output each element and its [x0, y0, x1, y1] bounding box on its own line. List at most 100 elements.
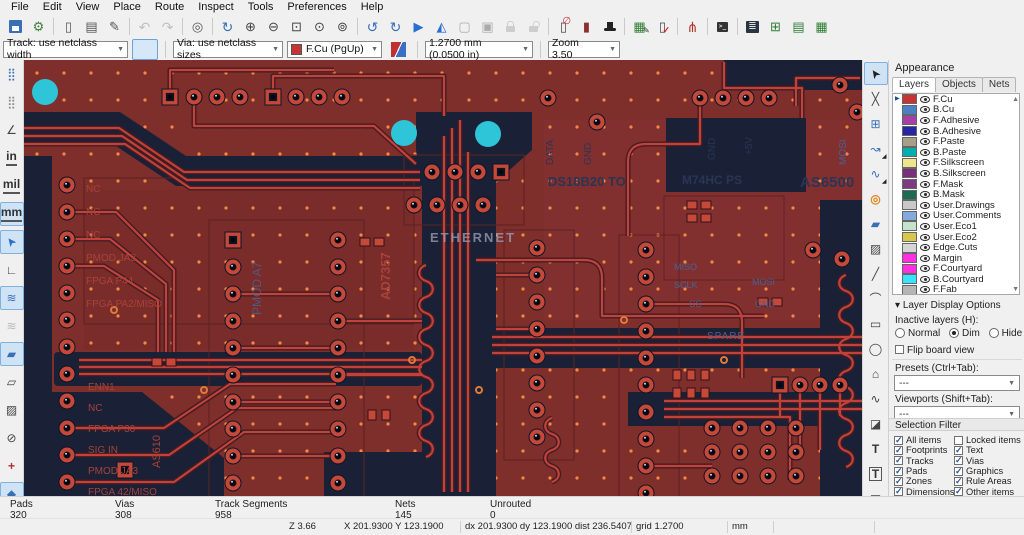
layer-color-swatch[interactable] — [902, 200, 917, 211]
visibility-eye-icon[interactable] — [920, 106, 930, 114]
flip-board-checkbox[interactable]: Flip board view — [895, 345, 974, 356]
checkbox[interactable] — [894, 476, 903, 487]
track-width-combo[interactable]: Track: use netclass width ▼ — [3, 37, 128, 61]
show-ratsnest-button[interactable]: ≋ — [0, 286, 24, 310]
ungroup-button[interactable]: ▣ — [476, 16, 499, 37]
add-via-button[interactable]: ◎ — [864, 187, 888, 210]
visibility-eye-icon[interactable] — [920, 191, 930, 199]
design-rules-checker-button[interactable]: ▯ — [651, 16, 674, 37]
menu-inspect[interactable]: Inspect — [191, 0, 240, 15]
menu-help[interactable]: Help — [354, 0, 391, 15]
pcb-drawing[interactable]: ETHERNET PMOD A7 AD7357 AS610 DS18B20 TO… — [24, 60, 868, 511]
add-text-button[interactable]: T — [864, 437, 888, 460]
layer-row-user-drawings[interactable]: User.Drawings — [893, 200, 1019, 211]
layer-row-f-mask[interactable]: F.Mask — [893, 179, 1019, 190]
filter-all-items[interactable]: All items — [894, 435, 954, 446]
highlight-ratsnest-button[interactable]: ⋔ — [681, 16, 704, 37]
plot-button[interactable]: ✎ — [103, 16, 126, 37]
visibility-eye-icon[interactable] — [920, 286, 930, 294]
visibility-eye-icon[interactable] — [920, 265, 930, 273]
filter-zones[interactable]: Zones — [894, 476, 954, 487]
menu-edit[interactable]: Edit — [36, 0, 69, 15]
layer-color-swatch[interactable] — [902, 136, 917, 147]
board-setup-button[interactable]: ⚙ — [27, 16, 50, 37]
checkbox[interactable] — [954, 455, 963, 466]
layer-color-swatch[interactable] — [902, 221, 917, 232]
visibility-eye-icon[interactable] — [920, 201, 930, 209]
three-d-viewer-button[interactable] — [598, 16, 621, 37]
checkbox[interactable] — [954, 466, 963, 477]
draw-polygon-button[interactable]: ⌂ — [864, 362, 888, 385]
layer-row-user-eco2[interactable]: User.Eco2 — [893, 232, 1019, 243]
filter-text[interactable]: Text — [954, 445, 1022, 456]
layer-display-options-header[interactable]: ▾ Layer Display Options — [895, 300, 1001, 311]
menu-preferences[interactable]: Preferences — [280, 0, 353, 15]
layer-row-b-paste[interactable]: B.Paste — [893, 147, 1019, 158]
plugin-4-button[interactable]: ▦ — [810, 16, 833, 37]
visibility-eye-icon[interactable] — [920, 222, 930, 230]
plugin-1-button[interactable]: ≣ — [741, 16, 764, 37]
plugin-2-button[interactable]: ⊞ — [764, 16, 787, 37]
filter-vias[interactable]: Vias — [954, 455, 1022, 466]
draw-circle-button[interactable]: ◯ — [864, 337, 888, 360]
layer-color-swatch[interactable] — [902, 157, 917, 168]
grid-overrides-button[interactable]: ⣿ — [0, 90, 24, 114]
pcb-canvas[interactable]: ETHERNET PMOD A7 AD7357 AS610 DS18B20 TO… — [24, 60, 868, 511]
tab-layers[interactable]: Layers — [892, 77, 937, 92]
layer-color-swatch[interactable] — [902, 253, 917, 264]
group-button[interactable]: ▢ — [453, 16, 476, 37]
pad-outline-mode-button[interactable]: + — [0, 454, 24, 478]
add-footprint-button[interactable]: ⊞ — [864, 112, 888, 135]
library-browser-button[interactable]: ▮ — [575, 16, 598, 37]
scroll-down-icon[interactable]: ▼ — [1012, 286, 1019, 293]
polar-coordinates-button[interactable]: ∠ — [0, 118, 24, 142]
checkbox[interactable] — [894, 486, 903, 497]
filter-footprints[interactable]: Footprints — [894, 445, 954, 456]
filter-locked-items[interactable]: Locked items — [954, 435, 1022, 445]
unlock-button[interactable] — [522, 16, 545, 37]
layer-row-edge-cuts[interactable]: Edge.Cuts — [893, 242, 1019, 253]
visibility-eye-icon[interactable] — [920, 275, 930, 283]
zoom-selection-button[interactable]: ⊚ — [331, 16, 354, 37]
visibility-eye-icon[interactable] — [920, 127, 930, 135]
print-button[interactable]: ▤ — [80, 16, 103, 37]
select-tool-button[interactable]: ➤ — [863, 62, 888, 85]
visibility-eye-icon[interactable] — [920, 159, 930, 167]
layer-color-swatch[interactable] — [902, 189, 917, 200]
find-button[interactable]: ◎ — [186, 16, 209, 37]
crosshair-cursor-button[interactable]: ➤ — [0, 230, 24, 254]
draw-rectangle-button[interactable]: ▭ — [864, 312, 888, 335]
zone-display-fracture-button[interactable]: ▨ — [0, 398, 24, 422]
filter-pads[interactable]: Pads — [894, 466, 954, 477]
layer-row-f-fab[interactable]: F.Fab — [893, 284, 1019, 294]
layer-color-swatch[interactable] — [902, 263, 917, 274]
tab-nets[interactable]: Nets — [981, 77, 1017, 92]
active-layer-combo[interactable]: F.Cu (PgUp) ▼ — [287, 40, 382, 58]
layer-color-swatch[interactable] — [902, 284, 917, 294]
lock-button[interactable] — [499, 16, 522, 37]
add-textbox-button[interactable]: T — [864, 462, 888, 485]
layer-row-user-comments[interactable]: User.Comments — [893, 210, 1019, 221]
zoom-objects-button[interactable]: ⊙ — [308, 16, 331, 37]
units-inches-button[interactable]: in — [0, 146, 24, 170]
presets-select[interactable]: --- ▼ — [894, 375, 1020, 391]
visibility-eye-icon[interactable] — [920, 233, 930, 241]
menu-file[interactable]: File — [4, 0, 36, 15]
scripting-console-button[interactable]: >_ — [711, 16, 734, 37]
layer-color-swatch[interactable] — [902, 147, 917, 158]
visibility-eye-icon[interactable] — [920, 212, 930, 220]
hide-ratsnest-button[interactable]: ≋ — [0, 314, 24, 338]
free-angle-mode-button[interactable]: ∟ — [0, 258, 24, 282]
layer-pair-toggle[interactable] — [386, 40, 410, 59]
filter-rule-areas[interactable]: Rule Areas — [954, 476, 1022, 487]
radio-dim[interactable]: Dim — [949, 328, 980, 339]
zoom-in-button[interactable]: ⊕ — [239, 16, 262, 37]
visibility-eye-icon[interactable] — [920, 254, 930, 262]
checkbox[interactable] — [894, 435, 903, 446]
layer-color-swatch[interactable] — [902, 210, 917, 221]
local-ratsnest-button[interactable]: ╳ — [864, 87, 888, 110]
zone-display-filled-button[interactable]: ▰ — [0, 342, 24, 366]
filter-graphics[interactable]: Graphics — [954, 466, 1022, 477]
layer-row-f-cu[interactable]: ▶ F.Cu — [893, 94, 1019, 105]
checkbox[interactable] — [954, 435, 963, 445]
